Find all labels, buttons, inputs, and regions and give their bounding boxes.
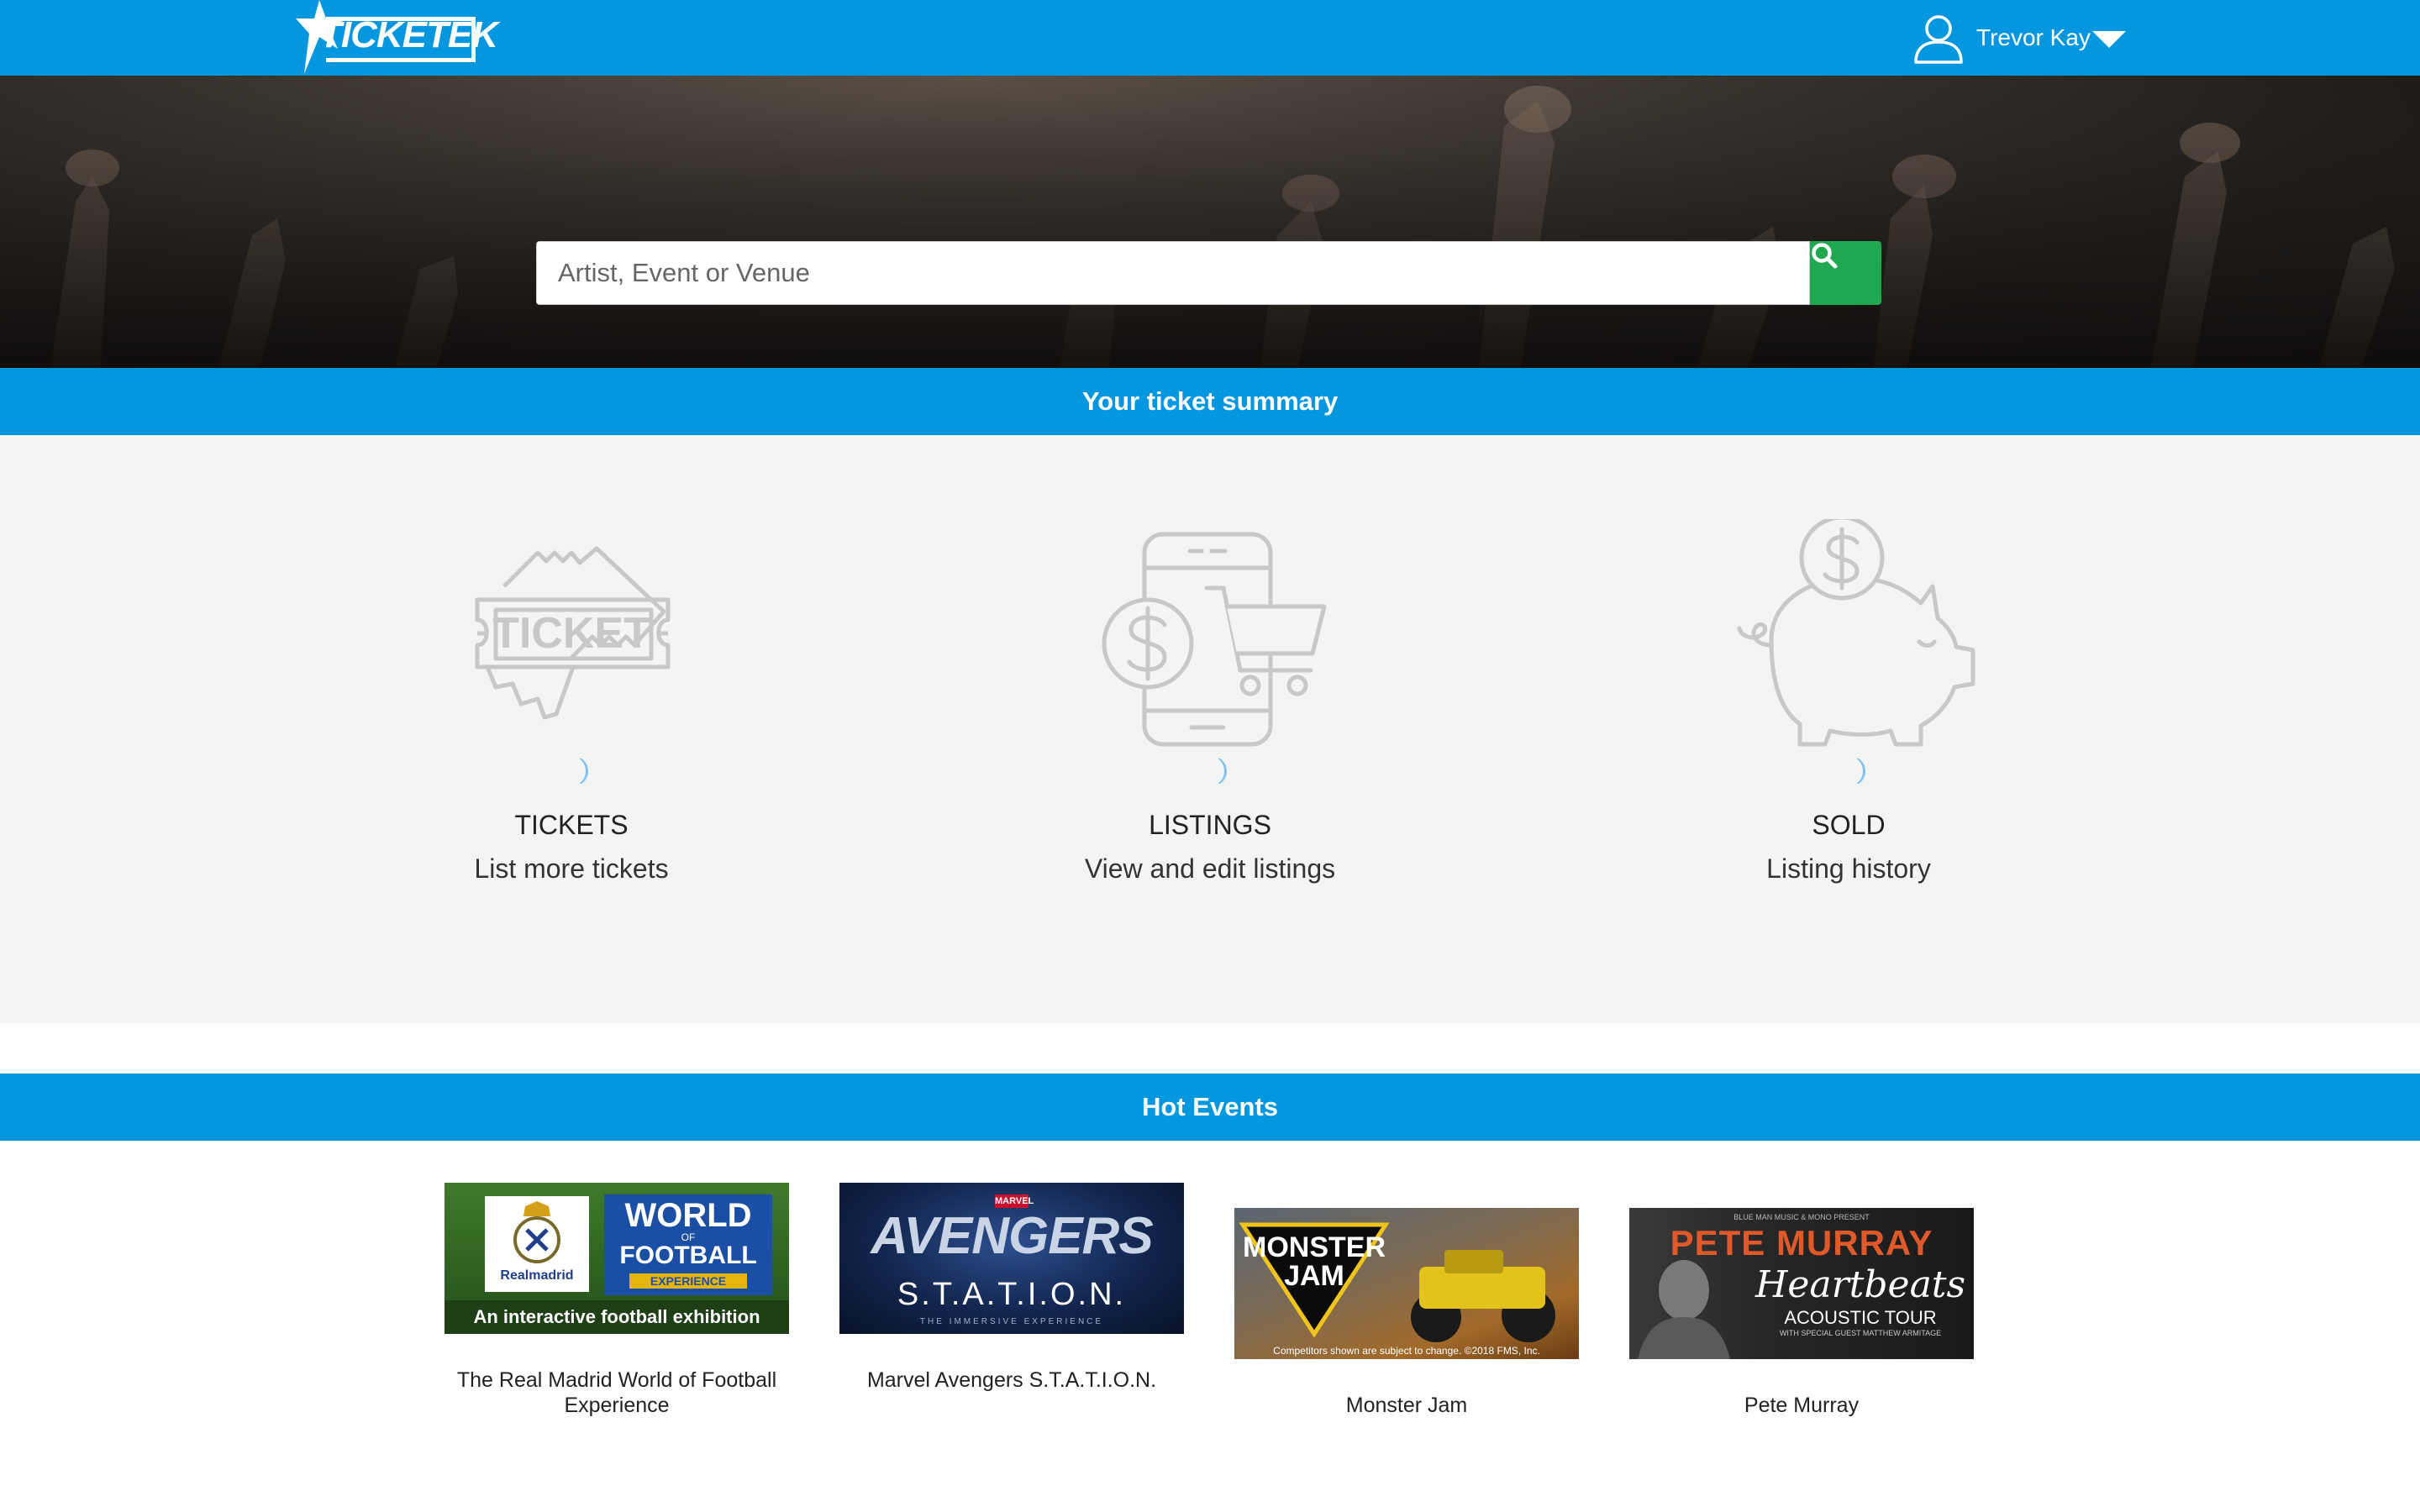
event-name[interactable]: Monster Jam	[1234, 1393, 1579, 1418]
top-navigation-bar: TICKETEK Trevor Kay	[0, 0, 2420, 76]
club-name: Realmadrid	[500, 1268, 574, 1283]
image-tour: ACOUSTIC TOUR	[1784, 1307, 1937, 1328]
ticket-summary-heading: Your ticket summary	[0, 368, 2420, 435]
event-name[interactable]: The Real Madrid World of Football Experi…	[445, 1368, 789, 1418]
logo-text: TICKETEK	[319, 14, 498, 55]
hot-events-heading: Hot Events	[0, 1074, 2420, 1141]
image-guest: WITH SPECIAL GUEST MATTHEW ARMITAGE	[1779, 1329, 1942, 1337]
event-image[interactable]: Realmadrid WORLD OF FOOTBALL EXPERIENCE …	[445, 1183, 789, 1334]
caret-down-icon[interactable]	[2091, 31, 2126, 48]
summary-title: TICKETS	[514, 810, 629, 840]
event-image[interactable]: MONSTER JAM Competitors shown are subjec…	[1234, 1208, 1579, 1359]
user-icon	[1914, 15, 1963, 64]
image-subtitle: S.T.A.T.I.O.N.	[897, 1277, 1127, 1312]
search-icon	[1812, 243, 1838, 269]
summary-link[interactable]: List more tickets	[353, 853, 790, 885]
image-disclaimer: Competitors shown are subject to change.…	[1273, 1345, 1540, 1357]
search-button[interactable]	[1810, 241, 1881, 305]
hero-banner	[0, 76, 2420, 368]
image-badge: EXPERIENCE	[629, 1273, 747, 1289]
summary-link[interactable]: View and edit listings	[992, 853, 1428, 885]
piggy-bank-icon	[1737, 519, 1975, 747]
image-title: PETE MURRAY	[1670, 1223, 1933, 1263]
summary-link[interactable]: Listing history	[1630, 853, 2067, 885]
image-title-jam: JAM	[1284, 1260, 1344, 1292]
event-image[interactable]: BLUE MAN MUSIC & MONO PRESENT PETE MURRA…	[1629, 1208, 1974, 1359]
loading-spinner	[1197, 756, 1227, 786]
loading-spinner	[1835, 756, 1865, 786]
summary-title: LISTINGS	[1149, 810, 1271, 840]
image-tagline: THE IMMERSIVE EXPERIENCE	[919, 1317, 1104, 1326]
image-title: AVENGERS	[871, 1207, 1153, 1265]
image-tagline: An interactive football exhibition	[445, 1300, 789, 1334]
ticketek-logo[interactable]: TICKETEK	[296, 0, 498, 76]
image-title-football: FOOTBALL	[619, 1242, 757, 1269]
ticket-icon: TICKET	[475, 546, 671, 720]
concert-crowd-background	[0, 76, 2420, 368]
club-crest-icon	[513, 1201, 560, 1263]
event-image[interactable]: MARVEL AVENGERS S.T.A.T.I.O.N. THE IMMER…	[839, 1183, 1184, 1334]
image-script: Heartbeats	[1755, 1263, 1966, 1306]
world-of-football-panel: WORLD OF FOOTBALL EXPERIENCE	[604, 1194, 772, 1295]
artist-photo	[1638, 1260, 1730, 1359]
summary-title: SOLD	[1812, 810, 1886, 840]
search-input[interactable]	[536, 241, 1810, 305]
image-presenter: BLUE MAN MUSIC & MONO PRESENT	[1733, 1213, 1870, 1221]
svg-text:TICKET: TICKET	[492, 609, 650, 658]
event-name[interactable]: Pete Murray	[1629, 1393, 1974, 1418]
loading-spinner	[558, 756, 588, 786]
real-madrid-crest-panel: Realmadrid	[485, 1196, 589, 1292]
user-name[interactable]: Trevor Kay	[1976, 24, 2091, 51]
user-menu[interactable]: Trevor Kay	[1911, 10, 2126, 66]
image-title: WORLD	[624, 1197, 752, 1234]
ticket-summary-panel: TICKET TICKETS List more tickets LISTING…	[0, 435, 2420, 1023]
image-title: MONSTER	[1243, 1231, 1386, 1263]
event-name[interactable]: Marvel Avengers S.T.A.T.I.O.N.	[839, 1368, 1184, 1393]
phone-cart-icon	[1102, 532, 1327, 747]
